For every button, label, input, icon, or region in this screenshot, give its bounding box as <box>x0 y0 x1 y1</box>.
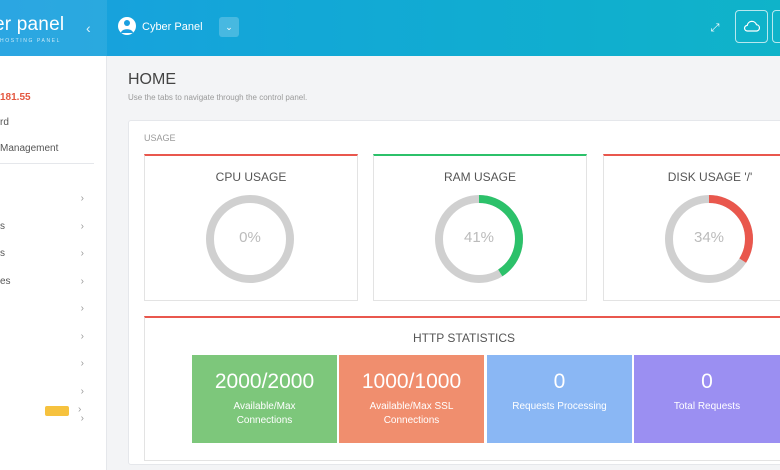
cloud-icon <box>743 20 761 32</box>
card-title: RAM USAGE <box>443 170 516 184</box>
brand-subtitle: HOSTING PANEL <box>0 38 61 44</box>
top-bar: er panel HOSTING PANEL ‹ Cyber Panel ⌄ ⤢ <box>0 0 780 56</box>
stat-ssl-connections: 1000/1000 Available/Max SSL Connections <box>339 355 484 443</box>
cpu-usage-card: CPU USAGE 0% <box>144 154 358 301</box>
cpu-percent: 0% <box>239 229 261 246</box>
stat-value: 0 <box>701 370 713 393</box>
fullscreen-icon[interactable]: ⤢ <box>704 17 726 39</box>
brand-logo: er panel <box>0 14 65 35</box>
stat-value: 2000/2000 <box>214 370 315 393</box>
sidebar-item[interactable]: › <box>0 358 94 372</box>
card-title: CPU USAGE <box>215 170 287 184</box>
brand-area[interactable]: er panel HOSTING PANEL ‹ <box>0 0 107 56</box>
stat-label: Available/Max Connections <box>233 401 296 426</box>
stat-label: Available/Max SSL Connections <box>369 401 454 426</box>
user-avatar-icon[interactable] <box>118 17 136 35</box>
user-name[interactable]: Cyber Panel <box>142 21 203 33</box>
collapse-sidebar-icon[interactable]: ‹ <box>86 20 91 36</box>
cloud-button[interactable] <box>735 10 768 43</box>
stat-requests-processing: 0 Requests Processing <box>487 355 632 443</box>
disk-percent: 34% <box>693 229 725 246</box>
sidebar-divider <box>0 163 94 164</box>
chevron-right-icon[interactable]: › <box>78 404 81 415</box>
user-dropdown-button[interactable]: ⌄ <box>219 17 239 37</box>
chevron-right-icon: › <box>80 331 84 342</box>
http-statistics-title: HTTP STATISTICS <box>412 331 515 345</box>
stat-label: Total Requests <box>673 401 741 412</box>
stat-value: 0 <box>553 370 566 393</box>
sidebar-link-dashboard[interactable]: rd <box>0 117 9 128</box>
card-title: DISK USAGE '/' <box>667 170 753 184</box>
chevron-right-icon: › <box>80 386 84 397</box>
ram-percent: 41% <box>463 229 495 246</box>
ram-usage-card: RAM USAGE 41% <box>373 154 587 301</box>
sidebar-item[interactable]: › <box>0 331 94 345</box>
page-title: HOME <box>128 71 176 88</box>
sidebar-item[interactable]: › <box>0 386 94 400</box>
chevron-right-icon: › <box>80 276 84 287</box>
sidebar-link-management[interactable]: Management <box>0 143 58 154</box>
page-subtitle: Use the tabs to navigate through the con… <box>128 93 308 102</box>
stat-value: 1000/1000 <box>361 370 462 393</box>
sidebar-item[interactable]: es › <box>0 276 94 290</box>
chevron-right-icon: › <box>80 358 84 369</box>
sidebar-item[interactable]: s › <box>0 248 94 262</box>
sidebar-item[interactable]: › <box>0 303 94 317</box>
sidebar-badge <box>45 406 69 416</box>
chevron-right-icon: › <box>80 248 84 259</box>
disk-usage-card: DISK USAGE '/' 34% <box>603 154 780 301</box>
stat-connections: 2000/2000 Available/Max Connections <box>192 355 337 443</box>
chevron-right-icon: › <box>80 221 84 232</box>
stat-label: Requests Processing <box>512 401 607 412</box>
server-ip: 181.55 <box>0 92 31 103</box>
sidebar-item[interactable]: › <box>0 193 94 207</box>
chevron-right-icon: › <box>80 303 84 314</box>
usage-label: USAGE <box>144 133 176 143</box>
sidebar-item[interactable]: s › <box>0 221 94 235</box>
chevron-right-icon: › <box>80 193 84 204</box>
menu-button[interactable] <box>772 10 780 43</box>
stat-total-requests: 0 Total Requests <box>634 355 780 443</box>
